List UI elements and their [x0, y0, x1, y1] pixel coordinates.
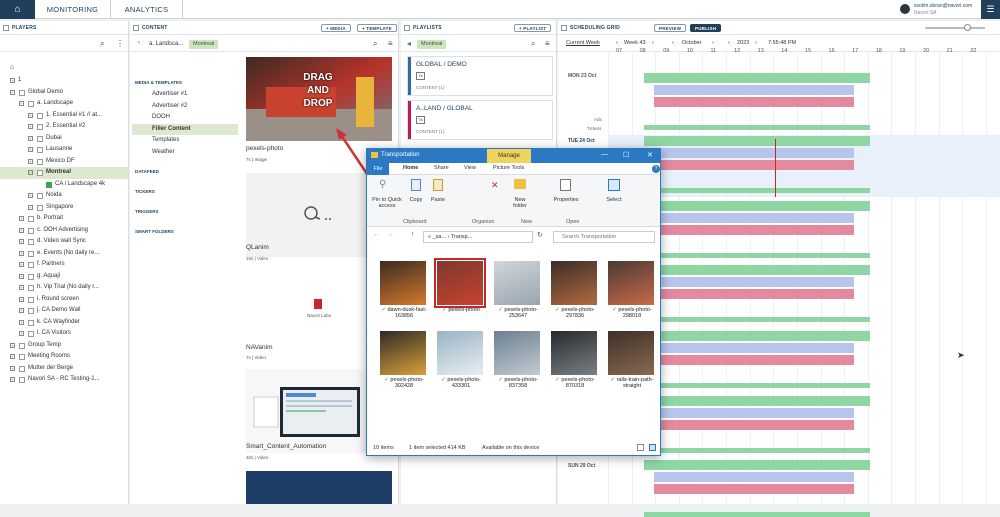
- new-folder-icon[interactable]: [514, 179, 526, 189]
- select-icon[interactable]: [608, 179, 620, 191]
- availability: Available on this device: [482, 445, 540, 451]
- up-icon[interactable]: ↑: [411, 231, 415, 238]
- file-name: pexels-photo-253647: [504, 307, 538, 319]
- file-item[interactable]: ✓ rails-train-path-straight: [605, 331, 655, 391]
- ribbon: ⚲ Pin to Quick access Copy Paste ✕ New f…: [367, 175, 660, 227]
- refresh-icon[interactable]: ↻: [537, 231, 543, 239]
- file-label: ✓ pexels-photo-837358: [491, 377, 545, 389]
- file-item[interactable]: ✓ pexels-photo: [434, 258, 486, 321]
- ticker-block[interactable]: [644, 512, 870, 517]
- file-item[interactable]: ✓ pexels-photo-253647: [491, 261, 541, 321]
- ribbon-tab-view[interactable]: View: [464, 165, 476, 171]
- item-count: 10 items: [373, 445, 394, 451]
- file-label: ✓ rails-train-path-straight: [605, 377, 659, 389]
- paste-button[interactable]: Paste: [427, 197, 449, 203]
- properties-button[interactable]: Properties: [549, 197, 583, 203]
- maximize-icon[interactable]: ☐: [623, 151, 629, 159]
- file-item[interactable]: ✓ dawn-dusk-fast-163856: [377, 261, 427, 321]
- address-bar[interactable]: « _sa... › Transp...: [423, 231, 533, 243]
- delete-icon[interactable]: ✕: [491, 180, 499, 191]
- sync-check-icon: ✓: [442, 307, 447, 313]
- ribbon-tab-share[interactable]: Share: [434, 165, 449, 171]
- file-label: ✓ pexels-photo: [434, 307, 488, 313]
- file-item[interactable]: ✓ pexels-photo-870318: [548, 331, 598, 391]
- sync-check-icon: ✓: [555, 307, 560, 313]
- manage-tab[interactable]: Manage: [487, 149, 531, 163]
- file-name: dawn-dusk-fast-163856: [387, 307, 427, 319]
- help-icon[interactable]: ?: [652, 165, 660, 173]
- details-view-icon[interactable]: [637, 444, 644, 451]
- select-button[interactable]: Select: [601, 197, 627, 203]
- file-label: ✓ dawn-dusk-fast-163856: [377, 307, 431, 319]
- ribbon-group-label: Open: [566, 219, 580, 225]
- file-label: ✓ pexels-photo-298018: [605, 307, 659, 319]
- file-label: ✓ pexels-photo-302428: [377, 377, 431, 389]
- ribbon-tab-home[interactable]: Home: [403, 165, 418, 171]
- file-name: pexels-photo-433301: [447, 377, 481, 389]
- address-bar-row: ← → ↑ « _sa... › Transp... ↻ Search Tran…: [367, 228, 660, 246]
- file-label: ✓ pexels-photo-297836: [548, 307, 602, 319]
- file-name: pexels-photo-302428: [390, 377, 424, 389]
- folder-icon: [371, 152, 378, 158]
- file-label: ✓ pexels-photo-870318: [548, 377, 602, 389]
- ribbon-tabs: File Home Share View Picture Tools ?: [367, 163, 660, 175]
- selection-info: 1 item selected 414 KB: [409, 445, 466, 451]
- sync-check-icon: ✓: [498, 307, 503, 313]
- close-icon[interactable]: ✕: [647, 151, 653, 159]
- forward-icon[interactable]: →: [387, 231, 394, 238]
- file-name: pexels-photo-837358: [504, 377, 538, 389]
- minimize-icon[interactable]: —: [601, 151, 608, 158]
- back-icon[interactable]: ←: [373, 231, 380, 238]
- sync-check-icon: ✓: [498, 377, 503, 383]
- file-explorer-window[interactable]: Transportation Manage — ☐ ✕ File Home Sh…: [366, 148, 661, 456]
- file-item[interactable]: ✓ pexels-photo-302428: [377, 331, 427, 391]
- pin-quick-access-button[interactable]: Pin to Quick access: [369, 197, 405, 209]
- file-thumbnail: [494, 261, 540, 305]
- ribbon-tab-file[interactable]: File: [367, 163, 389, 175]
- file-thumbnail: [380, 331, 426, 375]
- ribbon-group-label: Clipboard: [403, 219, 427, 225]
- sync-check-icon: ✓: [381, 307, 386, 313]
- properties-icon[interactable]: [560, 179, 571, 191]
- file-item[interactable]: ✓ pexels-photo-837358: [491, 331, 541, 391]
- paste-icon[interactable]: [433, 179, 443, 191]
- sync-check-icon: ✓: [384, 377, 389, 383]
- status-bar: 10 items 1 item selected 414 KB Availabl…: [367, 441, 660, 455]
- file-item[interactable]: ✓ pexels-photo-297836: [548, 261, 598, 321]
- file-name: pexels-photo-297836: [561, 307, 595, 319]
- file-name: pexels-photo: [448, 307, 480, 313]
- sync-check-icon: ✓: [612, 307, 617, 313]
- copy-button[interactable]: Copy: [405, 197, 427, 203]
- file-name: rails-train-path-straight: [616, 377, 654, 389]
- file-thumbnail: [608, 331, 654, 375]
- file-thumbnail: [437, 331, 483, 375]
- search-box[interactable]: Search Transportation: [553, 231, 655, 243]
- file-name: pexels-photo-298018: [618, 307, 652, 319]
- copy-icon[interactable]: [411, 179, 421, 191]
- file-thumbnail: [494, 331, 540, 375]
- large-icons-view-icon[interactable]: [649, 444, 656, 451]
- file-item[interactable]: ✓ pexels-photo-433301: [434, 331, 484, 391]
- new-folder-button[interactable]: New folder: [507, 197, 533, 209]
- ribbon-group-label: Organize: [472, 219, 495, 225]
- file-name: pexels-photo-870318: [561, 377, 595, 389]
- file-thumbnail: [608, 261, 654, 305]
- sync-check-icon: ✓: [610, 377, 616, 383]
- ribbon-tab-picture-tools[interactable]: Picture Tools: [493, 165, 524, 171]
- file-label: ✓ pexels-photo-433301: [434, 377, 488, 389]
- window-titlebar[interactable]: Transportation Manage — ☐ ✕: [367, 149, 660, 163]
- sync-check-icon: ✓: [441, 377, 446, 383]
- file-thumbnail: [551, 261, 597, 305]
- file-thumbnail: [380, 261, 426, 305]
- file-thumbnail: [551, 331, 597, 375]
- pin-icon[interactable]: ⚲: [379, 179, 386, 190]
- file-thumbnail: [434, 258, 486, 308]
- ribbon-group-label: New: [521, 219, 533, 225]
- sync-check-icon: ✓: [555, 377, 560, 383]
- window-title: Transportation: [381, 152, 420, 158]
- file-label: ✓ pexels-photo-253647: [491, 307, 545, 319]
- file-item[interactable]: ✓ pexels-photo-298018: [605, 261, 655, 321]
